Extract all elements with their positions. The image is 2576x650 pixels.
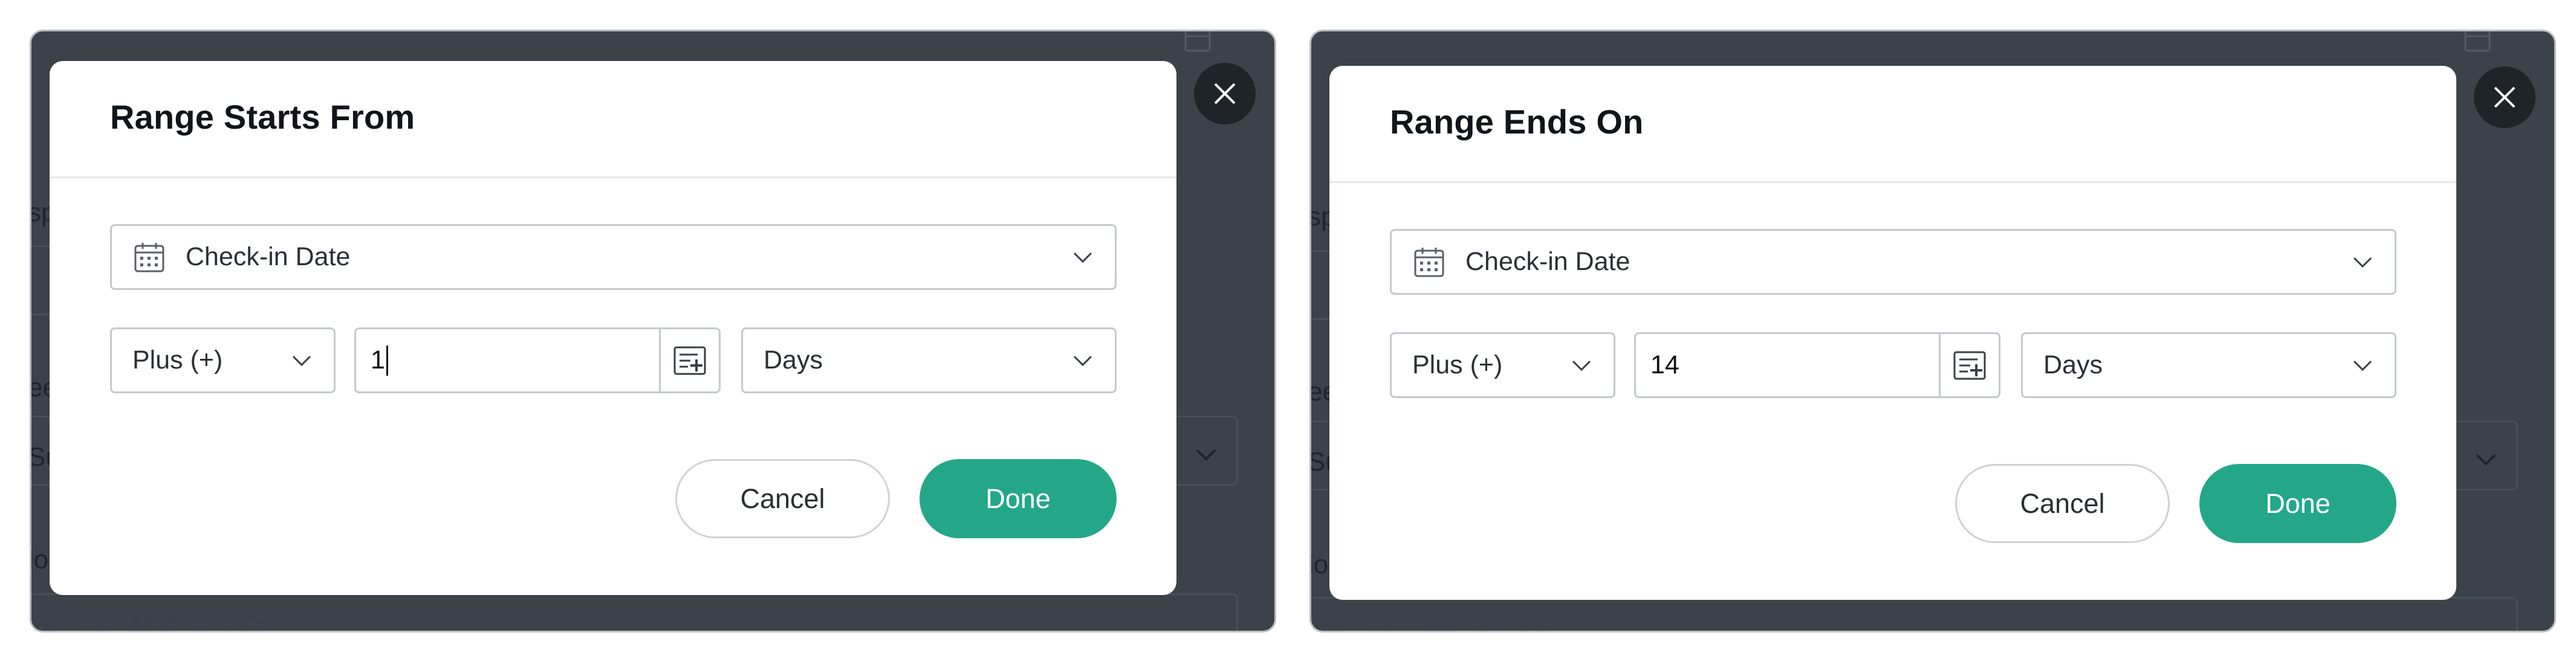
close-icon [1214, 83, 1236, 105]
modal-header: Range Ends On [1329, 66, 2456, 183]
modal-title: Range Starts From [110, 98, 415, 136]
range-start-modal: Range Starts From Check-in Date Plus (+) [50, 61, 1176, 595]
chevron-down-icon [1572, 360, 1591, 371]
dialog-overlay-end: sp ee Su lo on Tue Wed Thu Fri Range End… [1309, 30, 2556, 632]
date-field-value: Check-in Date [186, 242, 351, 271]
calendar-icon [1184, 31, 1211, 52]
close-icon [2494, 86, 2516, 108]
cancel-button[interactable]: Cancel [675, 459, 890, 538]
background-text: lo [1309, 550, 1329, 579]
operator-select[interactable]: Plus (+) [1390, 332, 1615, 398]
chevron-down-icon [2353, 257, 2372, 268]
dialog-overlay-start: sp ee Su lo on Tue Wed Thu Fri Range Sta… [30, 30, 1276, 632]
offset-value: 1 [371, 346, 385, 375]
unit-value: Days [2043, 350, 2103, 379]
close-button[interactable] [1194, 63, 1256, 124]
range-end-modal: Range Ends On Check-in Date Plus (+) 14 … [1329, 66, 2456, 600]
cancel-button[interactable]: Cancel [1955, 464, 2170, 543]
done-button[interactable]: Done [920, 459, 1117, 538]
operator-value: Plus (+) [1412, 350, 1503, 379]
offset-input[interactable]: 14 [1634, 332, 2000, 398]
calendar-icon [134, 242, 164, 272]
calendar-icon [2464, 31, 2491, 52]
offset-value: 14 [1650, 350, 1679, 379]
background-text: on Tue Wed Thu Fri [1315, 615, 1549, 632]
chevron-down-icon [292, 355, 311, 366]
chevron-down-icon [1073, 355, 1092, 366]
close-button[interactable] [2474, 66, 2535, 128]
text-caret [386, 345, 388, 376]
chevron-down-icon [2353, 360, 2372, 371]
operator-value: Plus (+) [132, 346, 223, 375]
unit-select[interactable]: Days [2021, 332, 2396, 398]
background-text: on Tue Wed Thu Fri [35, 611, 270, 632]
unit-select[interactable]: Days [741, 327, 1117, 393]
chevron-down-icon [1073, 252, 1092, 263]
date-field-value: Check-in Date [1465, 247, 1630, 276]
background-text: lo [30, 545, 49, 574]
unit-value: Days [764, 346, 823, 375]
date-field-select[interactable]: Check-in Date [1390, 229, 2396, 295]
playlist-add-icon [673, 346, 706, 375]
chevron-down-icon [1196, 449, 1216, 461]
playlist-add-icon [1953, 351, 1986, 379]
insert-variable-button[interactable] [659, 329, 719, 391]
date-field-select[interactable]: Check-in Date [110, 224, 1117, 290]
operator-select[interactable]: Plus (+) [110, 327, 336, 393]
modal-title: Range Ends On [1390, 103, 1644, 141]
offset-input[interactable]: 1 [354, 327, 721, 393]
insert-variable-button[interactable] [1939, 334, 1999, 396]
calendar-icon [1414, 247, 1444, 277]
chevron-down-icon [2476, 454, 2496, 466]
done-button[interactable]: Done [2199, 464, 2396, 543]
modal-header: Range Starts From [50, 61, 1176, 178]
